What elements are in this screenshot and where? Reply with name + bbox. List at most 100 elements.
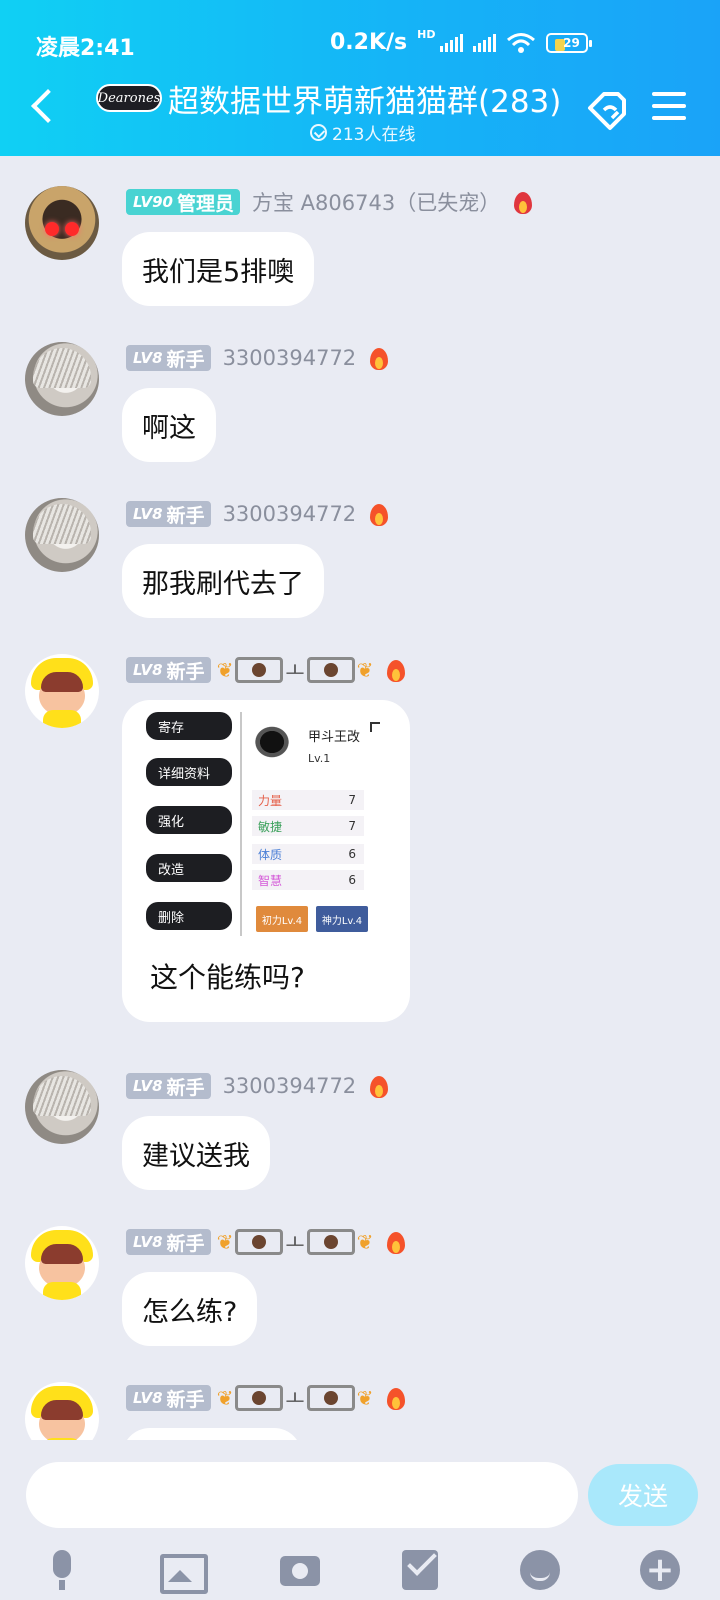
sender-line: LV8 新手 3300394772 [126,1072,390,1100]
fire-icon [368,345,390,371]
sender-line: LV90 管理员 方宝 A806743（已失宠） [126,188,534,216]
sender-name-emoji[interactable]: ❦ ㅗ ❦ [216,1227,374,1257]
image-message-bubble[interactable]: 寄存 详细资料 强化 改造 删除 甲斗王改 Lv.1 力量 7 敏捷 7 体质 6 智… [122,700,410,1022]
status-time: 凌晨2:41 [36,36,135,61]
sender-name[interactable]: 3300394772 [223,346,357,370]
chat-header: 凌晨2:41 0.2K/s HD 29 Dearones 超数据世界萌新猫猫群(… [0,0,720,156]
message-text: 这个能练吗? [150,961,305,994]
fire-icon [385,1385,407,1411]
hd-indicator: HD [417,28,436,41]
cell-signal-icon [439,33,463,52]
game-screenshot[interactable]: 寄存 详细资料 强化 改造 删除 甲斗王改 Lv.1 力量 7 敏捷 7 体质 6 智… [140,712,396,940]
cell-signal-2-icon [472,33,496,52]
avatar[interactable] [25,1226,99,1300]
level-badge: LV8 新手 [126,1385,211,1411]
wifi-icon [506,32,535,53]
message-bubble[interactable]: 啊这 [122,388,216,462]
sender-line: LV8 新手 ❦ ㅗ ❦ [126,1228,407,1256]
send-button[interactable]: 发送 [588,1464,698,1526]
group-logo: Dearones [96,84,162,112]
avatar[interactable] [25,1382,99,1440]
sender-name[interactable]: 3300394772 [223,502,357,526]
microphone-icon[interactable] [40,1548,84,1592]
menu-button[interactable] [652,92,686,122]
battery-level: 29 [563,35,580,50]
item-level: Lv.1 [308,752,331,765]
eye-icon [306,657,355,683]
message-bubble[interactable]: 怎么练? [122,1272,258,1346]
status-bar: 凌晨2:41 0.2K/s HD 29 [0,26,720,62]
avatar[interactable] [25,186,99,260]
fire-icon [512,189,534,215]
store-button: 寄存 [146,712,232,740]
eye-icon [235,1229,284,1255]
input-bar: 发送 + [0,1440,720,1600]
network-speed: 0.2K/s [330,30,408,55]
camera-icon[interactable] [278,1548,322,1592]
message-bubble[interactable]: 建议送我 [122,1116,270,1190]
sender-name-emoji[interactable]: ❦ ㅗ ❦ [216,1383,374,1413]
red-packet-icon[interactable] [398,1548,442,1592]
level-badge: LV8 新手 [126,501,211,527]
maple-leaf-icon: ❦ [216,1386,234,1410]
sender-name[interactable]: 方宝 A806743（已失宠） [252,187,500,217]
level-badge: LV90 管理员 [126,189,240,215]
sender-line: LV8 新手 ❦ ㅗ ❦ [126,656,407,684]
avatar[interactable] [25,654,99,728]
stat-row: 力量 7 [252,790,364,810]
sender-name-emoji[interactable]: ❦ ㅗ ❦ [216,655,374,685]
maple-leaf-icon: ❦ [216,658,234,682]
online-check-icon [310,124,327,141]
level-badge: LV8 新手 [126,657,211,683]
maple-leaf-icon: ❦ [356,1386,374,1410]
online-count[interactable]: 213人在线 [310,120,415,145]
fire-icon [368,501,390,527]
emoji-icon[interactable] [518,1548,562,1592]
maple-leaf-icon: ❦ [356,658,374,682]
message-bubble[interactable] [122,1428,302,1440]
level-badge: LV8 新手 [126,1229,211,1255]
maple-leaf-icon: ❦ [216,1230,234,1254]
eye-icon [306,1229,355,1255]
skill-button: 初力Lv.4 [256,906,308,932]
plus-icon[interactable]: + [638,1548,682,1592]
eye-icon [235,657,284,683]
modify-button: 改造 [146,854,232,882]
sender-line: LV8 新手 ❦ ㅗ ❦ [126,1384,407,1412]
skill-button: 神力Lv.4 [316,906,368,932]
sender-line: LV8 新手 3300394772 [126,344,390,372]
enhance-button: 强化 [146,806,232,834]
avatar[interactable] [25,1070,99,1144]
level-badge: LV8 新手 [126,1073,211,1099]
fire-icon [385,1229,407,1255]
avatar[interactable] [25,498,99,572]
message-bubble[interactable]: 那我刷代去了 [122,544,324,618]
maple-leaf-icon: ❦ [356,1230,374,1254]
image-icon[interactable] [158,1548,208,1594]
stat-row: 敏捷 7 [252,816,364,836]
fire-icon [385,657,407,683]
details-button: 详细资料 [146,758,232,786]
back-button[interactable] [24,86,60,130]
sender-line: LV8 新手 3300394772 [126,500,390,528]
status-indicators: 0.2K/s HD 29 [330,28,592,55]
message-bubble[interactable]: 我们是5排噢 [122,232,315,306]
online-count-text: 213人在线 [332,125,416,145]
message-item: LV8 新手 ❦ ㅗ ❦ [0,1382,720,1440]
battery-icon: 29 [545,32,592,53]
sender-name[interactable]: 3300394772 [223,1074,357,1098]
group-title[interactable]: 超数据世界萌新猫猫群(283) [168,76,561,121]
expand-icon [370,722,380,732]
share-tag-icon[interactable] [584,88,630,134]
eye-icon [306,1385,355,1411]
divider [240,712,242,936]
message-input[interactable] [26,1462,578,1528]
stat-row: 智慧 6 [252,870,364,890]
item-name: 甲斗王改 [308,730,361,745]
stat-row: 体质 6 [252,844,364,864]
fire-icon [368,1073,390,1099]
eye-icon [235,1385,284,1411]
avatar[interactable] [25,342,99,416]
delete-button: 删除 [146,902,232,930]
level-badge: LV8 新手 [126,345,211,371]
